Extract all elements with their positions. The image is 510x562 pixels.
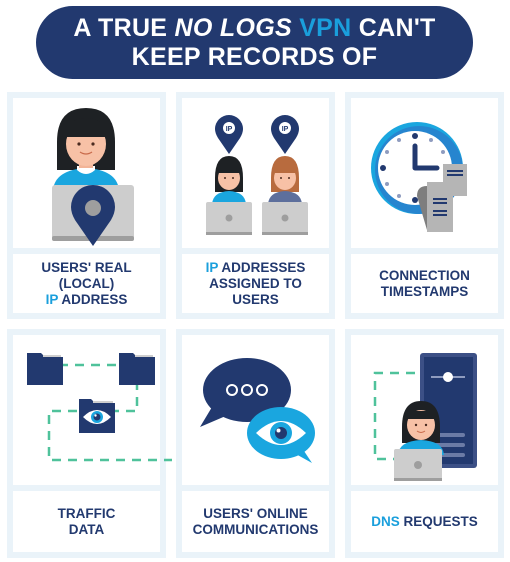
caption-line: TRAFFIC [57, 505, 116, 521]
caption-line: USERS [232, 291, 279, 307]
caption-line: DNS REQUESTS [371, 514, 478, 530]
caption-text: ADDRESSES [221, 259, 306, 275]
title-text: A TRUE [73, 13, 168, 42]
clock-receipt-icon [371, 122, 467, 232]
caption-line: IP ADDRESSES [206, 260, 306, 276]
card-caption: TRAFFIC DATA [13, 491, 160, 552]
caption-highlight: IP [45, 291, 59, 307]
card-illustration [13, 335, 172, 485]
caption-highlight: DNS [371, 513, 400, 529]
user-server-icon [373, 353, 477, 481]
card-illustration [13, 98, 160, 248]
eye-folder-icon [79, 399, 115, 433]
card-caption: CONNECTION TIMESTAMPS [351, 254, 498, 313]
caption-line: (LOCAL) [58, 275, 115, 291]
title-vpn: VPN [299, 13, 352, 42]
card-dns-requests: DNS REQUESTS [345, 329, 504, 558]
caption-line: DATA [68, 521, 105, 537]
card-assigned-ip-addresses: IP IP IP ADDRESSES ASSIGNED TO USERS [176, 92, 335, 319]
caption-line: COMMUNICATIONS [192, 521, 319, 537]
users-ip-pins-icon: IP IP [206, 115, 308, 235]
caption-highlight: IP [205, 259, 219, 275]
title-line-1: A TRUE NO LOGS VPN CAN'T [73, 14, 435, 43]
card-illustration [351, 335, 498, 485]
folder-icon [119, 353, 155, 385]
caption-line: USERS' REAL [41, 259, 132, 275]
card-caption: USERS' REAL (LOCAL) IP ADDRESS [13, 254, 160, 313]
svg-text:IP: IP [226, 126, 233, 133]
title-line-2: KEEP RECORDS OF [131, 42, 378, 71]
card-caption: USERS' ONLINE COMMUNICATIONS [182, 491, 329, 552]
ip-pin-icon: IP [271, 115, 299, 154]
card-illustration: IP IP [182, 98, 329, 248]
caption-line: IP ADDRESS [41, 292, 131, 308]
card-illustration [351, 98, 498, 248]
caption-line: ASSIGNED TO [209, 275, 302, 291]
title-banner: A TRUE NO LOGS VPN CAN'T KEEP RECORDS OF [36, 6, 473, 79]
card-real-ip-address: USERS' REAL (LOCAL) IP ADDRESS [7, 92, 166, 319]
caption-line: TIMESTAMPS [380, 283, 469, 299]
ip-pin-icon: IP [215, 115, 243, 154]
caption-line: CONNECTION [379, 267, 470, 283]
caption-text: REQUESTS [403, 513, 478, 529]
folders-eye-network-icon [27, 353, 172, 462]
user-laptop-location-pin-icon [52, 108, 134, 246]
caption-line: USERS' ONLINE [203, 505, 308, 521]
folder-icon [27, 353, 63, 385]
eye-bubble-icon [247, 407, 315, 463]
card-online-communications: USERS' ONLINE COMMUNICATIONS [176, 329, 335, 558]
title-no-logs: NO LOGS [174, 13, 292, 42]
card-caption: IP ADDRESSES ASSIGNED TO USERS [182, 254, 329, 313]
card-connection-timestamps: CONNECTION TIMESTAMPS [345, 92, 504, 319]
chat-bubbles-eye-icon [200, 358, 315, 463]
title-text: CAN'T [358, 13, 436, 42]
card-caption: DNS REQUESTS [351, 491, 498, 552]
card-traffic-data: TRAFFIC DATA [7, 329, 172, 558]
card-illustration [182, 335, 329, 485]
svg-text:IP: IP [282, 126, 289, 133]
caption-text: ADDRESS [61, 291, 128, 307]
